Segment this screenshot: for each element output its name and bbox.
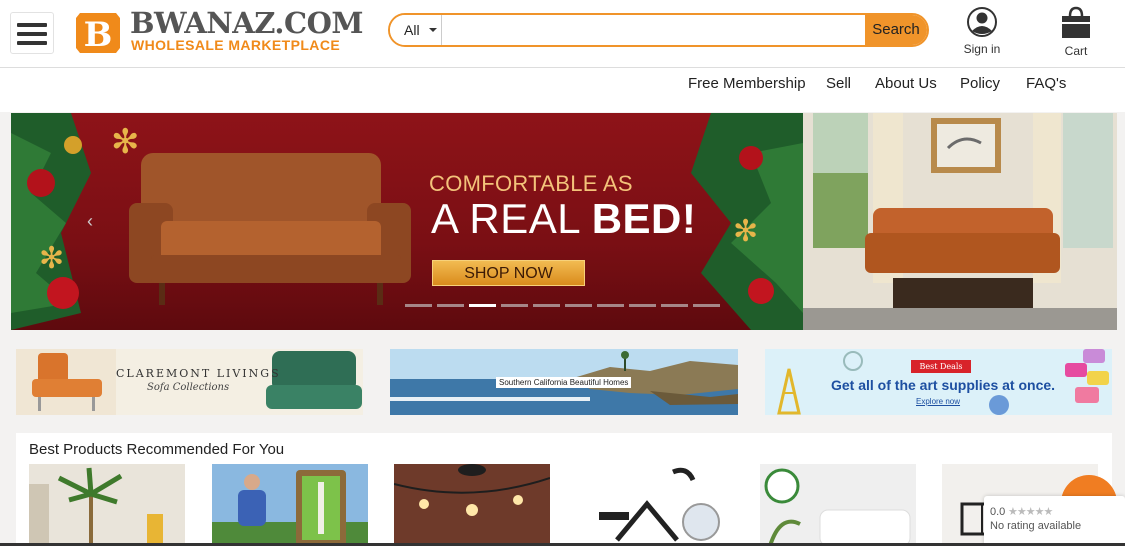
search-button[interactable]: Search	[865, 15, 927, 45]
user-icon	[967, 7, 997, 37]
socal-caption: Southern California Beautiful Homes	[496, 377, 632, 388]
rating-text: No rating available	[990, 520, 1082, 532]
art-supplies-title: Get all of the art supplies at once.	[831, 377, 1056, 393]
site-header: B BWANAZ.COM WHOLESALE MARKETPLACE All S…	[0, 0, 1125, 68]
best-deals-badge: Best Deals	[911, 360, 971, 373]
hero-headline-bold: BED!	[591, 195, 697, 242]
nav-faqs[interactable]: FAQ's	[1026, 75, 1066, 92]
golfer-mat-image	[212, 464, 368, 546]
promo-claremont[interactable]: CLAREMONT LIVINGS Sofa Collections	[16, 349, 363, 415]
search-category-label: All	[404, 22, 420, 38]
product-thumb-string-lights[interactable]	[394, 464, 550, 546]
explore-now-link[interactable]: Explore now	[916, 397, 960, 406]
product-thumb-pillow[interactable]	[760, 464, 916, 546]
hero-carousel[interactable]: ✻ ✻ ✻ COMFORTABLE AS A REAL BED! SHOP NO…	[11, 113, 1117, 330]
cart-label: Cart	[1064, 44, 1088, 58]
nav-sell[interactable]: Sell	[826, 75, 851, 92]
carousel-dot[interactable]	[405, 304, 432, 307]
product-thumb-palm-villa[interactable]	[29, 464, 185, 546]
claremont-title: CLAREMONT LIVINGS	[116, 367, 281, 380]
exercise-bike-image	[577, 464, 733, 546]
svg-text:✻: ✻	[111, 123, 140, 161]
palm-villa-image	[29, 464, 185, 546]
carousel-dot[interactable]	[565, 304, 592, 307]
brand-tagline: WHOLESALE MARKETPLACE	[131, 37, 341, 53]
svg-text:✻: ✻	[39, 242, 64, 275]
search-input[interactable]	[443, 15, 867, 45]
hero-banner-main[interactable]: ✻ ✻ ✻ COMFORTABLE AS A REAL BED! SHOP NO…	[11, 113, 803, 330]
product-thumb-exercise-bike[interactable]	[577, 464, 733, 546]
product-thumb-golf-mat[interactable]	[212, 464, 368, 546]
brand-name[interactable]: BWANAZ.COM	[130, 6, 363, 40]
carousel-dot[interactable]	[597, 304, 624, 307]
shop-now-button[interactable]: SHOP NOW	[432, 260, 585, 286]
claremont-subtitle: Sofa Collections	[147, 382, 230, 393]
signin-label: Sign in	[963, 42, 1001, 56]
svg-text:B: B	[84, 15, 113, 55]
hero-headline-prefix: A REAL	[431, 195, 592, 242]
top-nav: Free Membership Sell About Us Policy FAQ…	[0, 68, 1125, 112]
hero-banner-side[interactable]	[803, 113, 1117, 330]
carousel-prev-icon[interactable]: ‹	[87, 212, 99, 230]
brand-logo-icon[interactable]: B	[74, 10, 122, 56]
carousel-dot[interactable]	[437, 304, 464, 307]
living-room-image	[803, 113, 1117, 330]
hero-headline-main: A REAL BED!	[431, 195, 696, 243]
carousel-dot[interactable]	[661, 304, 688, 307]
carousel-dot[interactable]	[629, 304, 656, 307]
carousel-dot-active[interactable]	[469, 304, 496, 307]
caret-down-icon	[429, 28, 437, 32]
string-lights-image	[394, 464, 550, 546]
search-category-select[interactable]: All	[390, 15, 442, 45]
hamburger-menu-icon[interactable]	[10, 12, 54, 54]
rating-stars-icon: ★★★★★	[1008, 506, 1053, 518]
carousel-dot[interactable]	[501, 304, 528, 307]
promo-art-supplies[interactable]: Best Deals Get all of the art supplies a…	[765, 349, 1112, 415]
svg-text:✻: ✻	[733, 215, 758, 248]
cart-link[interactable]: Cart	[1056, 6, 1096, 58]
nav-free-membership[interactable]: Free Membership	[688, 75, 806, 92]
nav-policy[interactable]: Policy	[960, 75, 1000, 92]
shopping-bag-icon	[1062, 6, 1090, 38]
search-bar: All Search	[388, 13, 929, 47]
carousel-dot[interactable]	[533, 304, 560, 307]
pillow-image	[760, 464, 916, 546]
signin-link[interactable]: Sign in	[960, 6, 1004, 58]
recommended-products: Best Products Recommended For You	[16, 433, 1112, 546]
nav-about-us[interactable]: About Us	[875, 75, 937, 92]
carousel-dot[interactable]	[693, 304, 720, 307]
rating-widget[interactable]: 0.0 ★★★★★ No rating available	[984, 496, 1125, 546]
hero-headline-top: COMFORTABLE AS	[429, 171, 633, 196]
recommended-title: Best Products Recommended For You	[29, 441, 285, 458]
rating-score: 0.0	[990, 506, 1006, 518]
promo-socal-homes[interactable]: Southern California Beautiful Homes	[390, 349, 738, 415]
